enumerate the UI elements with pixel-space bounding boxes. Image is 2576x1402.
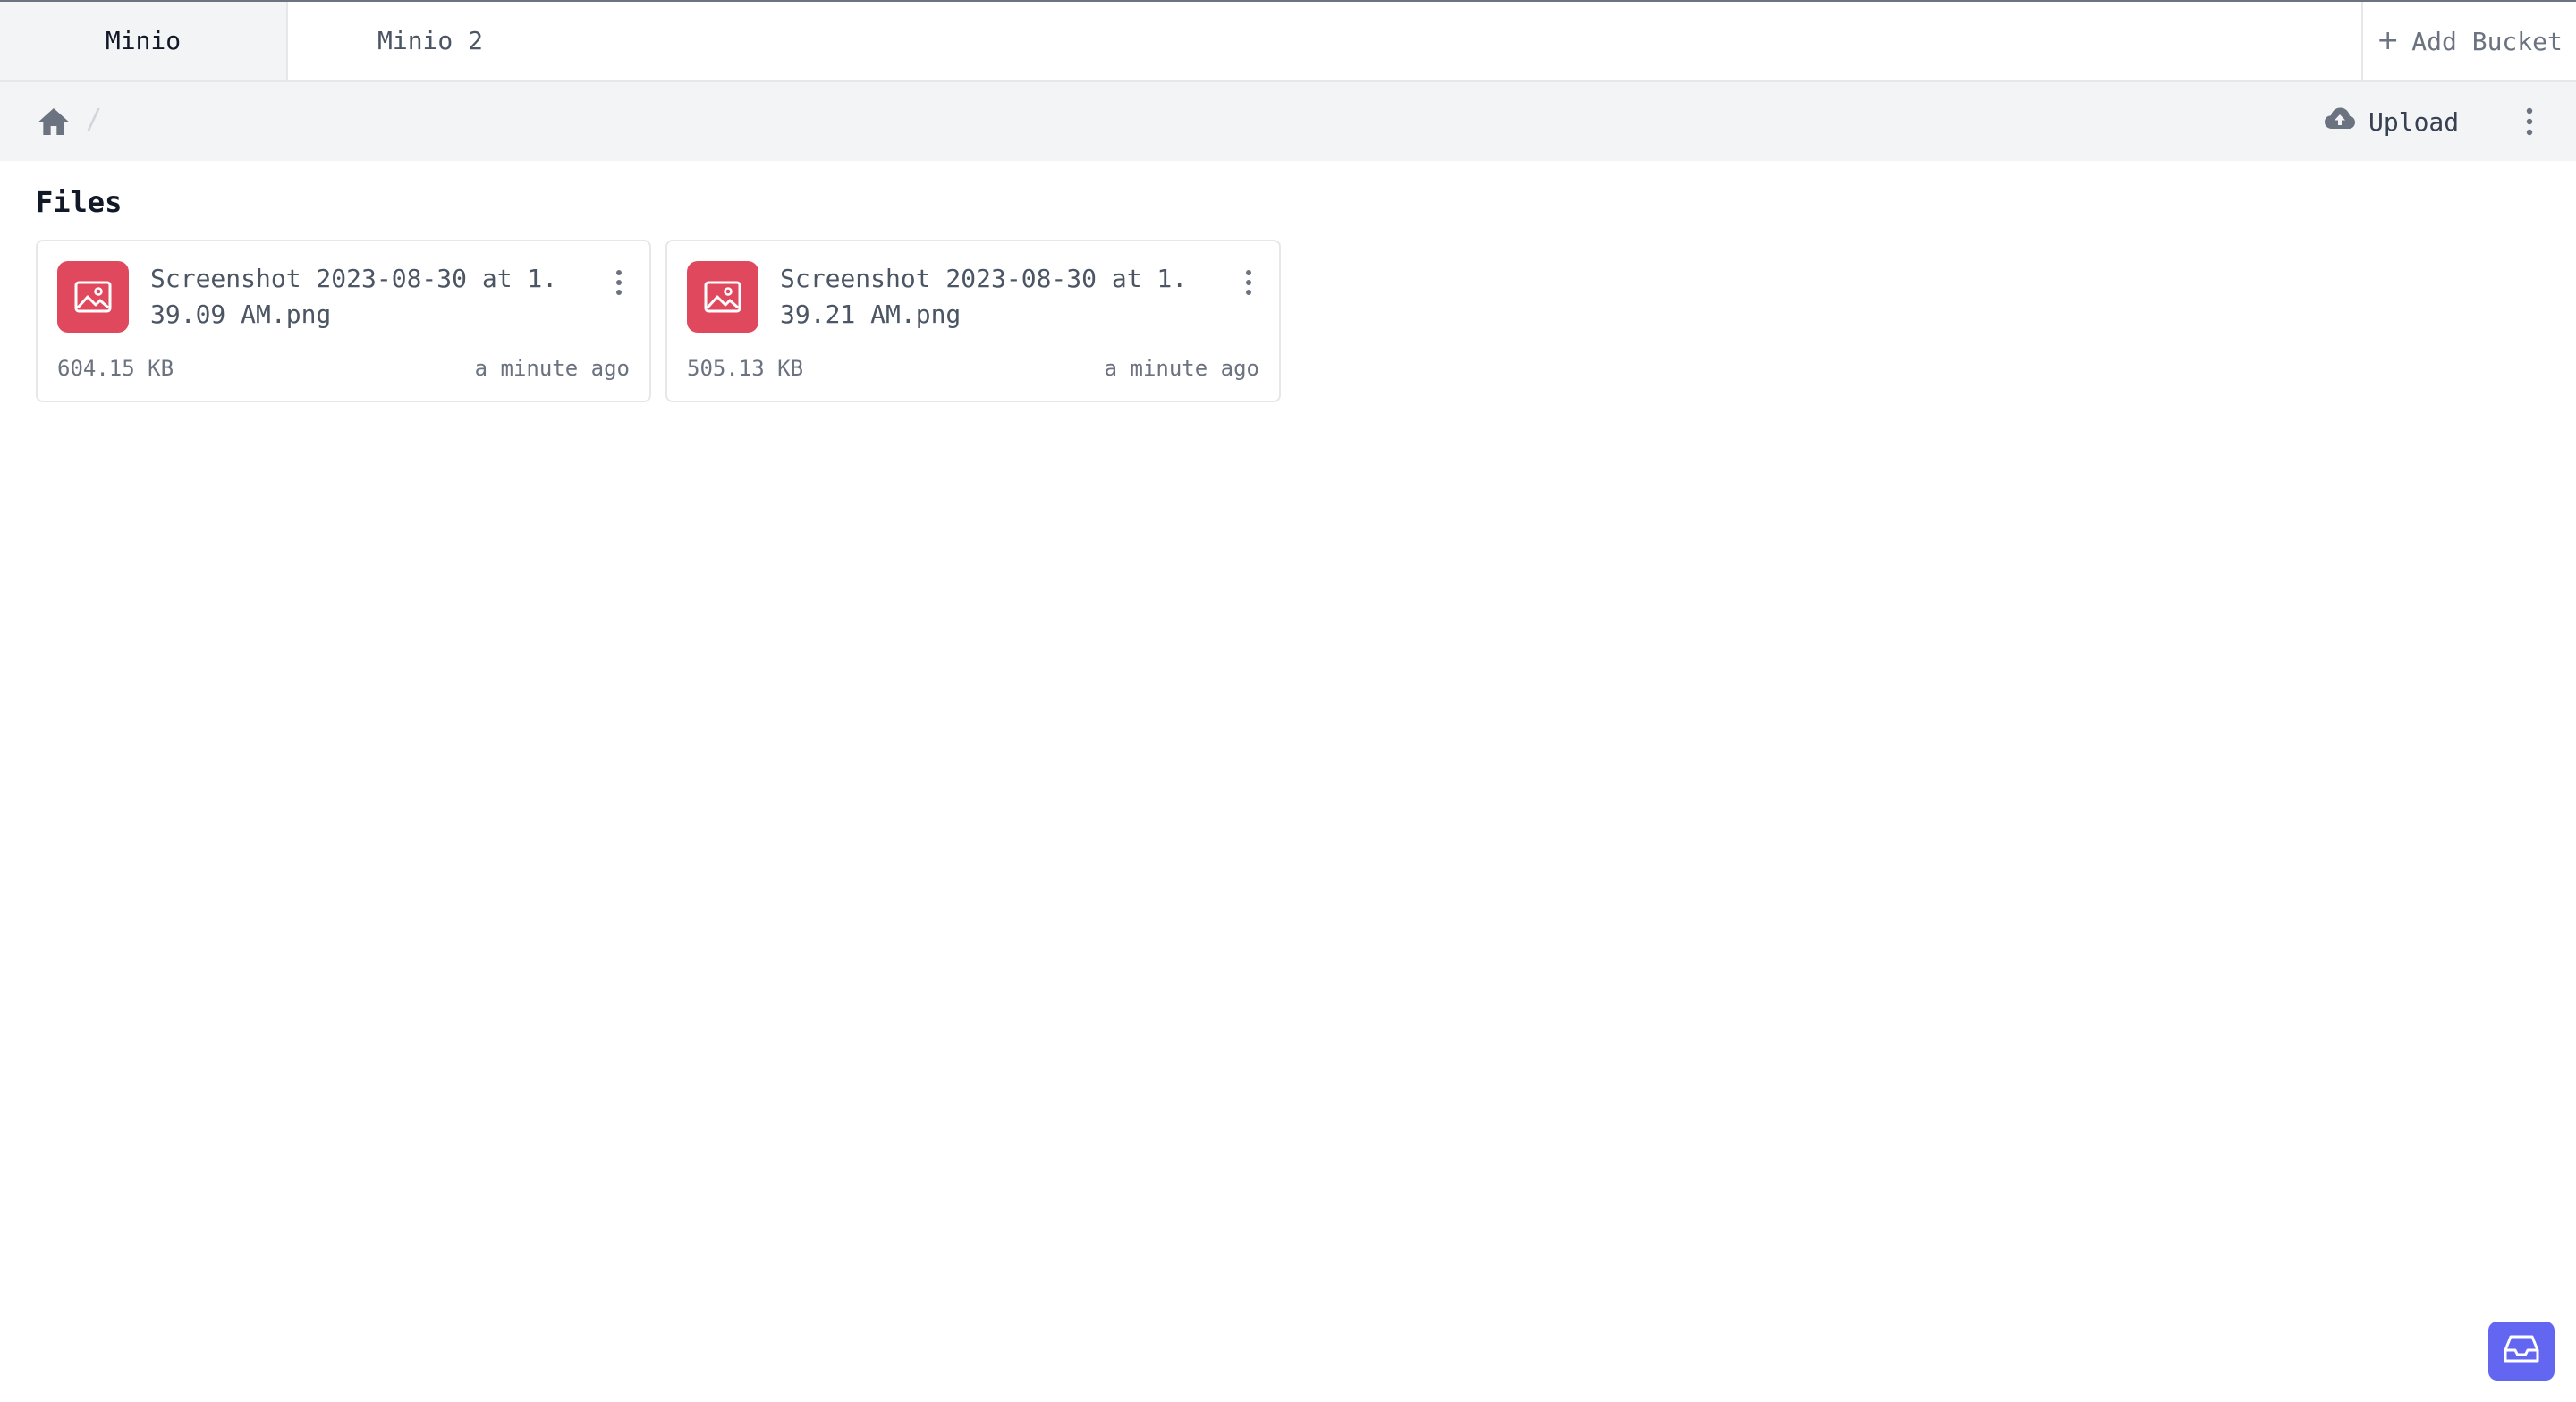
file-modified: a minute ago (474, 356, 630, 381)
files-heading: Files (36, 185, 123, 219)
breadcrumb-separator: / (86, 104, 103, 135)
file-more-icon[interactable] (605, 265, 633, 300)
file-name: Screenshot 2023-08-30 at 1.39.09 AM.png (150, 264, 558, 329)
file-more-icon[interactable] (1234, 265, 1263, 300)
file-size: 604.15 KB (57, 356, 174, 381)
file-modified: a minute ago (1104, 356, 1259, 381)
home-icon[interactable] (36, 104, 72, 139)
upload-label: Upload (2368, 106, 2460, 137)
tab-minio[interactable]: Minio (0, 2, 288, 80)
cloud-upload-icon (2324, 106, 2356, 139)
bucket-tab-bar: Minio Minio 2 + Add Bucket (0, 0, 2576, 82)
image-file-icon (687, 261, 758, 333)
file-size: 505.13 KB (687, 356, 804, 381)
file-card[interactable]: Screenshot 2023-08-30 at 1.39.21 AM.png … (665, 240, 1281, 402)
add-bucket-label: Add Bucket (2411, 26, 2563, 56)
inbox-button[interactable] (2488, 1322, 2555, 1381)
inbox-icon (2504, 1334, 2539, 1368)
upload-button[interactable]: Upload (2324, 100, 2459, 143)
file-card[interactable]: Screenshot 2023-08-30 at 1.39.09 AM.png … (36, 240, 651, 402)
tab-minio-2[interactable]: Minio 2 (288, 2, 572, 80)
plus-icon: + (2377, 25, 2400, 56)
image-file-icon (57, 261, 129, 333)
toolbar: / Upload (0, 82, 2576, 161)
add-bucket-button[interactable]: + Add Bucket (2361, 2, 2576, 80)
more-options-icon[interactable] (2513, 102, 2546, 141)
file-name: Screenshot 2023-08-30 at 1.39.21 AM.png (780, 264, 1188, 329)
